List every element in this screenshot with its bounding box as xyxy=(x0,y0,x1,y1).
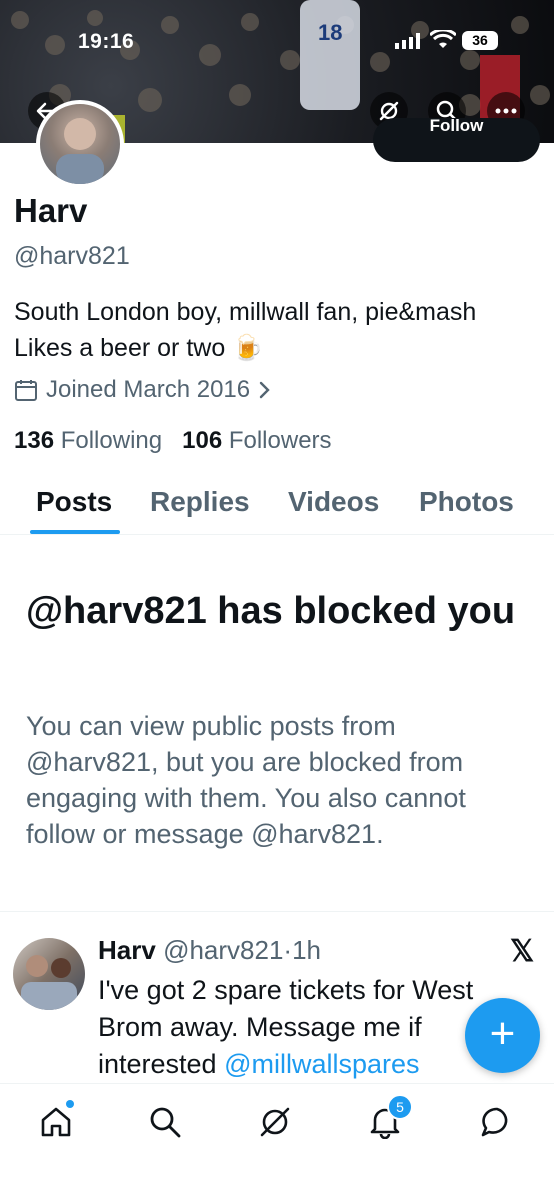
svg-text:18: 18 xyxy=(318,20,342,45)
post-text[interactable]: I've got 2 spare tickets for West Brom a… xyxy=(98,972,528,1083)
post-header: Harv @harv821·1h xyxy=(98,935,321,966)
avatar-image xyxy=(56,118,104,184)
search-icon xyxy=(150,1107,181,1138)
home-icon xyxy=(41,1107,71,1137)
plus-icon: + xyxy=(489,1009,516,1058)
notification-badge: 5 xyxy=(387,1094,413,1120)
follow-button[interactable]: Follow xyxy=(373,118,540,162)
profile-handle: @harv821 xyxy=(14,242,130,270)
tab-videos[interactable]: Videos xyxy=(288,486,379,518)
post-time: 1h xyxy=(292,935,322,965)
battery-indicator: 36 xyxy=(462,31,498,50)
follow-button-label: Follow xyxy=(429,118,484,135)
followers-link[interactable]: 106 Followers xyxy=(182,427,331,454)
following-link[interactable]: 136 Following xyxy=(14,427,162,454)
post-separator: · xyxy=(283,935,293,965)
post-author-handle[interactable]: @harv821 xyxy=(163,935,283,965)
tab-posts[interactable]: Posts xyxy=(36,486,112,518)
following-count: 136 xyxy=(14,427,55,454)
wifi-icon xyxy=(430,30,456,48)
status-time: 19:16 xyxy=(78,30,135,53)
followers-count: 106 xyxy=(182,427,223,454)
following-label: Following xyxy=(60,427,163,454)
message-icon xyxy=(481,1107,508,1137)
home-unread-dot xyxy=(66,1100,74,1108)
post-avatar[interactable] xyxy=(13,938,85,1010)
divider xyxy=(0,911,554,912)
active-tab-indicator xyxy=(30,530,120,534)
nav-search[interactable] xyxy=(145,1102,185,1142)
nav-notifications[interactable]: 5 xyxy=(365,1094,413,1142)
post-avatar-image xyxy=(21,955,77,1010)
post-mention-link[interactable]: @millwallspares xyxy=(224,1049,419,1079)
tab-replies[interactable]: Replies xyxy=(150,486,250,518)
x-logo-icon: 𝕏 xyxy=(510,935,535,968)
followers-label: Followers xyxy=(228,427,332,454)
post-author-name[interactable]: Harv xyxy=(98,935,156,965)
nav-grok[interactable] xyxy=(255,1102,295,1142)
compose-button[interactable]: + xyxy=(465,998,540,1073)
more-icon xyxy=(495,108,517,114)
blocked-description: You can view public posts from @harv821,… xyxy=(26,711,466,849)
nav-home[interactable] xyxy=(36,1100,76,1142)
calendar-icon xyxy=(15,380,37,401)
signal-icon xyxy=(395,33,420,49)
follow-counts: 136 Following 106 Followers xyxy=(14,427,332,455)
nav-messages[interactable] xyxy=(477,1102,517,1142)
profile-avatar[interactable] xyxy=(36,100,124,188)
profile-joined[interactable]: Joined March 2016 xyxy=(14,376,272,404)
grok-icon xyxy=(260,1107,290,1137)
profile-tabs: Posts Replies Videos Photos xyxy=(0,480,554,535)
chevron-right-icon xyxy=(259,381,270,399)
profile-display-name: Harv xyxy=(14,192,88,229)
bottom-navigation: 5 xyxy=(0,1083,554,1201)
profile-bio: South London boy, millwall fan, pie&mash… xyxy=(14,298,477,362)
tab-photos[interactable]: Photos xyxy=(419,486,514,518)
joined-text: Joined March 2016 xyxy=(46,376,251,403)
blocked-title: @harv821 has blocked you xyxy=(26,590,516,632)
